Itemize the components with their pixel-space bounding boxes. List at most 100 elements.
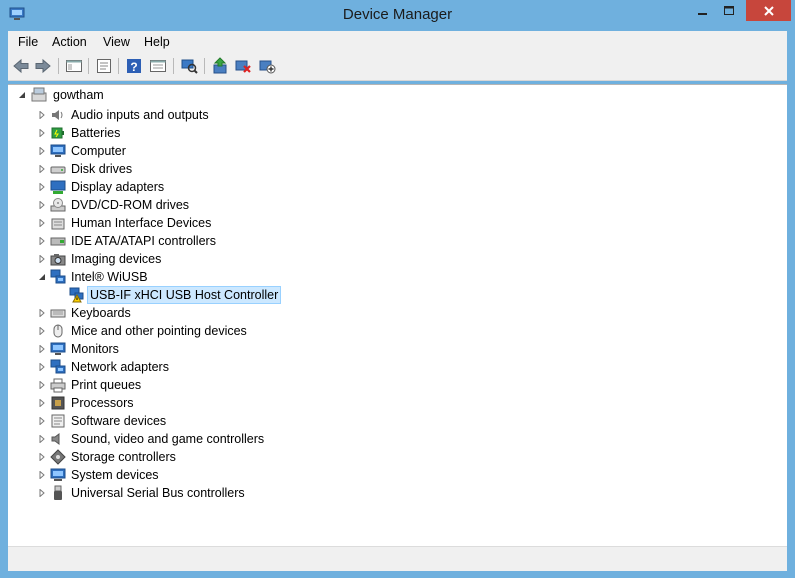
title-bar[interactable]: Device Manager [0, 0, 795, 31]
properties-icon[interactable] [95, 57, 113, 75]
expand-arrow-icon[interactable] [38, 201, 46, 209]
tree-category-label[interactable]: Human Interface Devices [71, 216, 211, 230]
expand-arrow-icon[interactable] [38, 219, 46, 227]
maximize-button[interactable] [716, 0, 742, 21]
expand-arrow-icon[interactable] [38, 165, 46, 173]
tree-category-label[interactable]: Display adapters [71, 180, 164, 194]
expand-arrow-icon[interactable] [38, 363, 46, 371]
dvd-icon [50, 198, 66, 212]
menu-help[interactable]: Help [144, 35, 170, 49]
toolbar-separator [58, 58, 59, 74]
tree-category-label[interactable]: Batteries [71, 126, 120, 140]
tree-category-label[interactable]: Disk drives [71, 162, 132, 176]
expand-arrow-icon[interactable] [38, 489, 46, 497]
show-hide-tree-icon[interactable] [65, 57, 83, 75]
network-icon [50, 359, 66, 374]
expand-arrow-icon[interactable] [38, 399, 46, 407]
minimize-icon [698, 12, 707, 15]
usb-icon [54, 485, 62, 500]
close-icon [763, 5, 774, 16]
tree-category-label[interactable]: Universal Serial Bus controllers [71, 486, 245, 500]
hid-icon [51, 218, 65, 230]
tree-category-label[interactable]: Network adapters [71, 360, 169, 374]
tree-category-label[interactable]: Mice and other pointing devices [71, 324, 247, 338]
svg-text:?: ? [130, 60, 137, 74]
update-driver-icon[interactable] [211, 57, 229, 75]
processor-icon [51, 396, 65, 410]
tree-category-label[interactable]: Software devices [71, 414, 166, 428]
network-icon [50, 269, 66, 284]
tree-category-label[interactable]: System devices [71, 468, 159, 482]
menu-action[interactable]: Action [52, 35, 87, 49]
expand-arrow-icon[interactable] [38, 381, 46, 389]
camera-icon [50, 254, 66, 266]
tree-category-label[interactable]: Storage controllers [71, 450, 176, 464]
device-tree[interactable]: gowtham Audio inputs and outputs Batterie… [8, 84, 787, 546]
tree-root-label[interactable]: gowtham [53, 88, 104, 102]
software-icon [51, 414, 65, 428]
menu-file[interactable]: File [18, 35, 38, 49]
tree-category-label[interactable]: Sound, video and game controllers [71, 432, 264, 446]
help-icon[interactable]: ? [125, 57, 143, 75]
sound-icon [51, 433, 60, 445]
expand-arrow-icon[interactable] [38, 345, 46, 353]
expand-arrow-icon[interactable] [38, 147, 46, 155]
tree-category-label[interactable]: Print queues [71, 378, 141, 392]
expand-arrow-icon[interactable] [38, 183, 46, 191]
expand-arrow-icon[interactable] [38, 129, 46, 137]
printer-icon [50, 378, 66, 393]
mouse-icon [53, 324, 63, 338]
toolbar: ? [8, 53, 787, 81]
minimize-button[interactable] [690, 0, 716, 21]
keyboard-icon [50, 309, 66, 318]
collapse-arrow-icon[interactable] [18, 91, 26, 99]
status-bar [8, 546, 787, 571]
expand-arrow-icon[interactable] [38, 111, 46, 119]
add-legacy-icon[interactable] [258, 57, 276, 75]
tree-category-label[interactable]: Intel® WiUSB [71, 270, 148, 284]
scan-hardware-icon[interactable] [180, 57, 198, 75]
toolbar-separator [88, 58, 89, 74]
expand-arrow-icon[interactable] [38, 309, 46, 317]
computer-icon [31, 87, 47, 102]
tree-category-label[interactable]: Monitors [71, 342, 119, 356]
tree-device-label[interactable]: USB-IF xHCI USB Host Controller [87, 286, 282, 304]
tree-category-label[interactable]: Computer [71, 144, 126, 158]
device-manager-window: Device Manager File Action View Help ? g… [0, 0, 795, 578]
window-title: Device Manager [342, 6, 453, 23]
expand-arrow-icon[interactable] [38, 453, 46, 461]
monitor-icon [50, 342, 66, 355]
uninstall-icon[interactable] [234, 57, 252, 75]
ide-icon [50, 237, 66, 246]
maximize-icon [724, 5, 734, 15]
system-icon [50, 468, 66, 481]
forward-icon[interactable] [34, 57, 52, 75]
expand-arrow-icon[interactable] [38, 327, 46, 335]
display-adapter-icon [50, 180, 66, 194]
menu-bar: File Action View Help [8, 31, 787, 53]
tree-category-label[interactable]: Keyboards [71, 306, 131, 320]
disk-drive-icon [50, 166, 66, 174]
view-icon[interactable] [149, 57, 167, 75]
expand-arrow-icon[interactable] [38, 471, 46, 479]
tree-category-label[interactable]: Imaging devices [71, 252, 161, 266]
battery-icon [51, 127, 64, 139]
warning-device-icon [69, 287, 84, 303]
tree-category-label[interactable]: IDE ATA/ATAPI controllers [71, 234, 216, 248]
monitor-icon [50, 144, 66, 157]
menu-view[interactable]: View [103, 35, 130, 49]
expand-arrow-icon[interactable] [38, 255, 46, 263]
collapse-arrow-icon[interactable] [38, 273, 46, 281]
close-button[interactable] [746, 0, 791, 21]
tree-category-label[interactable]: Audio inputs and outputs [71, 108, 209, 122]
storage-icon [50, 449, 66, 465]
tree-category-label[interactable]: Processors [71, 396, 134, 410]
expand-arrow-icon[interactable] [38, 417, 46, 425]
expand-arrow-icon[interactable] [38, 237, 46, 245]
back-icon[interactable] [12, 57, 30, 75]
toolbar-separator [173, 58, 174, 74]
expand-arrow-icon[interactable] [38, 435, 46, 443]
toolbar-separator [204, 58, 205, 74]
toolbar-separator [118, 58, 119, 74]
tree-category-label[interactable]: DVD/CD-ROM drives [71, 198, 189, 212]
